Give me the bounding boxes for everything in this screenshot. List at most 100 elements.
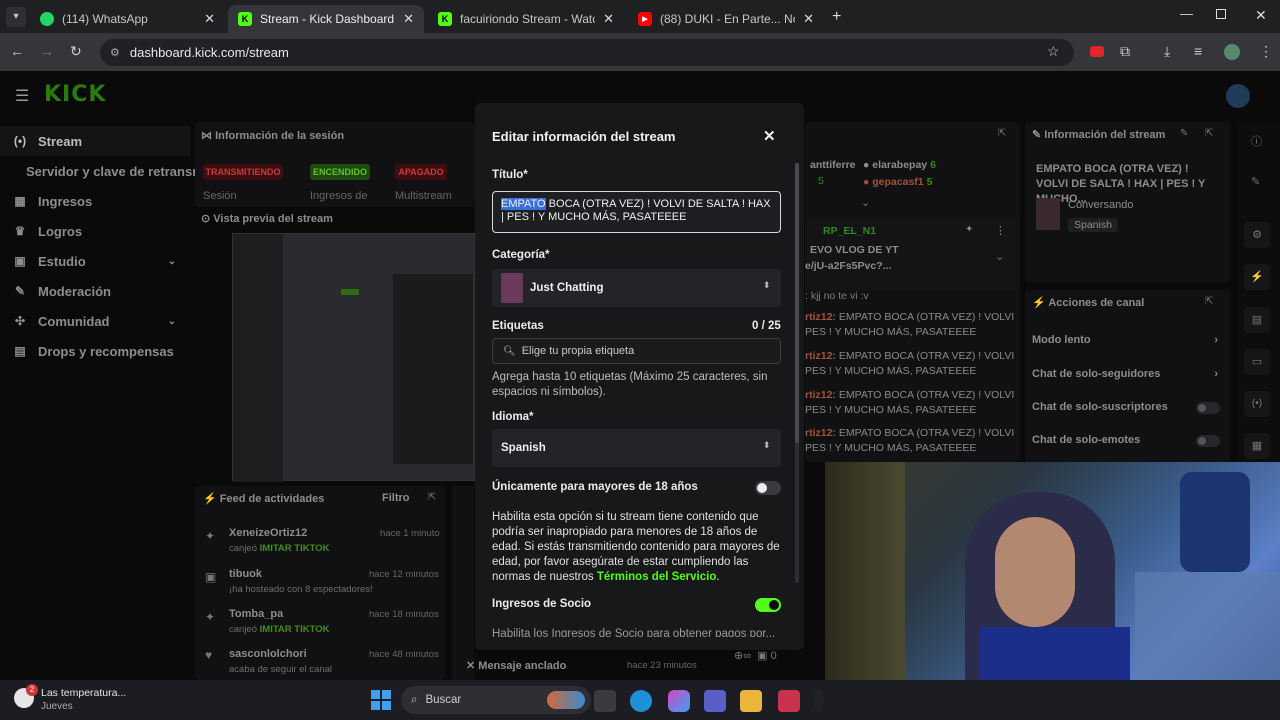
chat-count: 5: [818, 175, 824, 187]
tab-kick-watch[interactable]: K facuiriondo Stream - Watch Live ✕: [428, 5, 624, 33]
popout-icon[interactable]: ⇱: [428, 492, 436, 503]
reload-icon[interactable]: ↻: [70, 43, 82, 60]
restore-icon[interactable]: [1216, 9, 1226, 19]
title-input[interactable]: EMPATO BOCA (OTRA VEZ) ! VOLVI DE SALTA …: [492, 191, 781, 233]
user-avatar[interactable]: [1226, 84, 1250, 108]
file-explorer-icon[interactable]: [740, 690, 762, 712]
notes-icon[interactable]: ▤: [1244, 307, 1270, 333]
address-bar[interactable]: ⚙ dashboard.kick.com/stream: [100, 39, 1074, 66]
chat-user: ● gepacasf1 5: [863, 176, 933, 188]
weather-widget[interactable]: 2 Las temperatura... Jueves: [14, 684, 134, 716]
sidebar-item-moderacion[interactable]: ✎ Moderación: [0, 276, 190, 306]
media-control-icon[interactable]: ≡: [1194, 43, 1202, 59]
layout-icon[interactable]: ▦: [1244, 433, 1270, 459]
tags-input[interactable]: 🔍︎ Elige tu propia etiqueta: [492, 338, 781, 364]
mature-toggle[interactable]: [755, 481, 781, 495]
chevron-down-icon[interactable]: ⌄: [995, 250, 1004, 263]
copilot-icon[interactable]: [668, 690, 690, 712]
extension-red-icon[interactable]: [1090, 46, 1104, 57]
close-tab-icon[interactable]: ✕: [803, 11, 814, 27]
teams-icon[interactable]: [704, 690, 726, 712]
info-icon[interactable]: ⓘ: [1251, 133, 1262, 149]
sidebar-item-server-key[interactable]: Servidor y clave de retransm: [0, 156, 195, 186]
task-view-icon[interactable]: [594, 690, 616, 712]
chevron-down-icon: ⌄: [167, 255, 176, 267]
feed-filter-button[interactable]: Filtro: [382, 492, 410, 504]
profile-avatar[interactable]: [1224, 44, 1240, 60]
close-tab-icon[interactable]: ✕: [403, 11, 414, 27]
hamburger-menu-icon[interactable]: ☰: [15, 86, 29, 106]
more-options-icon[interactable]: ⋮: [995, 224, 1006, 237]
tab-kick-dashboard[interactable]: K Stream - Kick Dashboard ✕: [228, 5, 424, 33]
tags-counter: 0 / 25: [752, 320, 781, 332]
edge-icon[interactable]: [630, 690, 652, 712]
sidebar-item-drops[interactable]: ▤ Drops y recompensas: [0, 336, 190, 366]
sidebar-item-stream[interactable]: (•) Stream: [0, 126, 190, 156]
taskbar-search[interactable]: ⌕ Buscar: [401, 686, 591, 714]
popout-icon[interactable]: ⇱: [1205, 128, 1213, 139]
session-title: ⋈ Información de la sesión: [201, 130, 345, 142]
windows-start-icon[interactable]: [371, 690, 391, 710]
partner-toggle[interactable]: [755, 598, 781, 612]
subscribers-only-toggle[interactable]: [1196, 402, 1220, 414]
category-select[interactable]: Just Chatting ⬍: [492, 269, 781, 307]
bookmark-star-icon[interactable]: ☆: [1047, 43, 1060, 60]
channel-actions-title: ⚡ Acciones de canal: [1032, 297, 1145, 309]
chat-side-icons: [452, 486, 474, 680]
settings-icon[interactable]: ⚙: [1244, 222, 1270, 248]
download-icon[interactable]: ⤓: [1164, 43, 1170, 60]
pin-icon: ✕: [466, 660, 479, 672]
bolt-icon[interactable]: ⚡: [1244, 264, 1270, 290]
close-window-icon[interactable]: ✕: [1255, 7, 1267, 24]
forward-icon[interactable]: →: [40, 43, 54, 59]
language-select[interactable]: Spanish ⬍: [492, 429, 781, 467]
sidebar-item-ingresos[interactable]: ▦ Ingresos: [0, 186, 190, 216]
tab-search-button[interactable]: ▾: [6, 7, 26, 27]
obs-icon[interactable]: [814, 690, 824, 712]
sidebar-item-logros[interactable]: ♛ Logros: [0, 216, 190, 246]
whatsapp-icon: [40, 12, 54, 26]
minimize-icon[interactable]: —: [1180, 6, 1193, 21]
notification-badge: 2: [26, 684, 38, 696]
chevron-down-icon[interactable]: ⌄: [861, 196, 870, 209]
edit-icon[interactable]: ✎: [1180, 128, 1188, 139]
close-icon[interactable]: ✕: [763, 127, 776, 145]
session-info-panel: ⋈ Información de la sesión TRANSMITIENDO…: [195, 122, 475, 207]
chat-message: rtiz12: EMPATO BOCA (OTRA VEZ) ! VOLVI PE…: [805, 389, 1015, 416]
emotes-only-toggle[interactable]: [1196, 435, 1220, 447]
tab-youtube[interactable]: ▶ (88) DUKI - En Parte... No lo sé ( ✕: [628, 5, 824, 33]
broadcast-icon[interactable]: (•): [1244, 391, 1270, 417]
edit-icon[interactable]: ✎: [1251, 175, 1260, 188]
sidebar-item-comunidad[interactable]: ✣ Comunidad ⌄: [0, 306, 190, 336]
action-slow-mode[interactable]: Modo lento ›: [1032, 334, 1222, 346]
viewers-icon: ▣: [757, 650, 768, 662]
site-info-icon[interactable]: ⚙: [110, 46, 120, 59]
preview-sidebar: [233, 234, 283, 482]
session-col: Sesión: [203, 190, 237, 202]
chat-icon[interactable]: ▭: [1244, 349, 1270, 375]
terms-link[interactable]: Términos del Servicio: [597, 571, 717, 583]
search-icon: ⌕: [411, 693, 418, 706]
feed-title: ⚡ Feed de actividades: [203, 493, 325, 505]
extensions-icon[interactable]: ⧉: [1120, 43, 1130, 60]
action-subscribers-only[interactable]: Chat de solo-suscriptores: [1032, 401, 1222, 413]
popout-icon[interactable]: ⇱: [998, 128, 1006, 139]
sidebar-item-label: Servidor y clave de retransm: [26, 163, 195, 179]
trophy-icon: ♛: [14, 224, 26, 238]
back-icon[interactable]: ←: [10, 43, 24, 59]
action-emotes-only[interactable]: Chat de solo-emotes: [1032, 434, 1222, 446]
close-tab-icon[interactable]: ✕: [603, 11, 614, 27]
studio-icon: ▣: [14, 254, 26, 268]
stream-language-tag: Spanish: [1068, 218, 1118, 232]
modal-scrollbar-thumb[interactable]: [795, 163, 799, 443]
action-followers-only[interactable]: Chat de solo-seguidores ›: [1032, 368, 1222, 380]
sidebar-item-estudio[interactable]: ▣ Estudio ⌄: [0, 246, 190, 276]
app-icon[interactable]: [778, 690, 800, 712]
browser-menu-icon[interactable]: ⋮: [1259, 43, 1273, 60]
new-tab-icon[interactable]: +: [832, 8, 841, 26]
tab-whatsapp[interactable]: (114) WhatsApp ✕: [30, 5, 225, 33]
popout-icon[interactable]: ⇱: [1205, 296, 1213, 307]
close-tab-icon[interactable]: ✕: [204, 11, 215, 27]
stream-preview[interactable]: [232, 233, 475, 482]
kick-logo[interactable]: KICK: [44, 82, 106, 107]
